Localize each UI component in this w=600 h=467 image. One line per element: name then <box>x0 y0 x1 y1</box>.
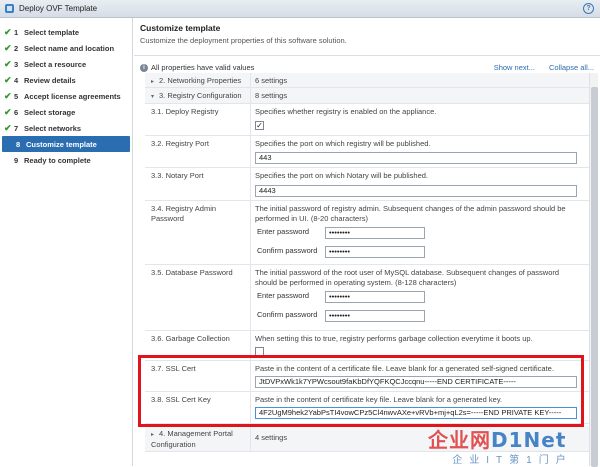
admin-password-confirm-input[interactable]: •••••••• <box>325 246 425 258</box>
step-2[interactable]: ✔ 2 Select name and location <box>0 40 132 56</box>
title-bar: Deploy OVF Template ? <box>0 0 600 18</box>
notary-port-input[interactable]: 4443 <box>255 185 577 197</box>
prop-deploy-registry: 3.1. Deploy Registry Specifies whether r… <box>145 104 589 136</box>
collapse-all-link[interactable]: Collapse all... <box>549 63 594 72</box>
group-registry[interactable]: ▾ 3. Registry Configuration 8 settings <box>145 88 589 104</box>
show-next-link[interactable]: Show next... <box>494 63 535 72</box>
prop-registry-port: 3.2. Registry Port Specifies the port on… <box>145 136 589 168</box>
page-header: Customize template Customize the deploym… <box>134 18 600 56</box>
step-8-active[interactable]: 8 Customize template <box>2 136 130 152</box>
check-icon: ✔ <box>4 42 12 53</box>
vertical-scrollbar[interactable] <box>589 73 598 467</box>
chevron-right-icon: ▸ <box>151 432 155 438</box>
prop-admin-password: 3.4. Registry Admin Password The initial… <box>145 201 589 265</box>
step-1[interactable]: ✔ 1 Select template <box>0 24 132 40</box>
group-networking[interactable]: ▸ 2. Networking Properties 6 settings <box>145 73 589 88</box>
check-icon: ✔ <box>4 58 12 69</box>
chevron-right-icon: ▸ <box>151 79 155 85</box>
check-icon: ✔ <box>4 122 12 133</box>
check-icon: ✔ <box>4 106 12 117</box>
validation-text: All properties have valid values <box>151 63 255 72</box>
page-subtitle: Customize the deployment properties of t… <box>140 36 347 45</box>
step-3[interactable]: ✔ 3 Select a resource <box>0 56 132 72</box>
app-icon <box>5 4 14 13</box>
check-icon: ✔ <box>4 74 12 85</box>
help-icon[interactable]: ? <box>583 3 594 14</box>
db-password-input[interactable]: •••••••• <box>325 291 425 303</box>
page-title: Customize template <box>140 23 221 33</box>
admin-password-input[interactable]: •••••••• <box>325 227 425 239</box>
check-icon: ✔ <box>4 26 12 37</box>
window-title: Deploy OVF Template <box>19 4 98 13</box>
highlight-box <box>138 355 584 427</box>
wizard-steps: ✔ 1 Select template ✔ 2 Select name and loca… <box>0 18 133 466</box>
check-icon: ✔ <box>4 90 12 101</box>
step-6[interactable]: ✔ 6 Select storage <box>0 104 132 120</box>
watermark: 企业网D1Net 企业IT第1门户 <box>428 428 573 466</box>
step-7[interactable]: ✔ 7 Select networks <box>0 120 132 136</box>
prop-database-password: 3.5. Database Password The initial passw… <box>145 265 589 331</box>
chevron-down-icon: ▾ <box>151 94 155 100</box>
deploy-registry-checkbox[interactable]: ✓ <box>255 121 264 130</box>
prop-notary-port: 3.3. Notary Port Specifies the port on w… <box>145 168 589 201</box>
info-icon: i <box>140 63 148 72</box>
step-5[interactable]: ✔ 5 Accept license agreements <box>0 88 132 104</box>
registry-port-input[interactable]: 443 <box>255 152 577 164</box>
step-9[interactable]: 9 Ready to complete <box>0 152 132 168</box>
step-4[interactable]: ✔ 4 Review details <box>0 72 132 88</box>
scrollbar-thumb[interactable] <box>591 87 598 467</box>
db-password-confirm-input[interactable]: •••••••• <box>325 310 425 322</box>
